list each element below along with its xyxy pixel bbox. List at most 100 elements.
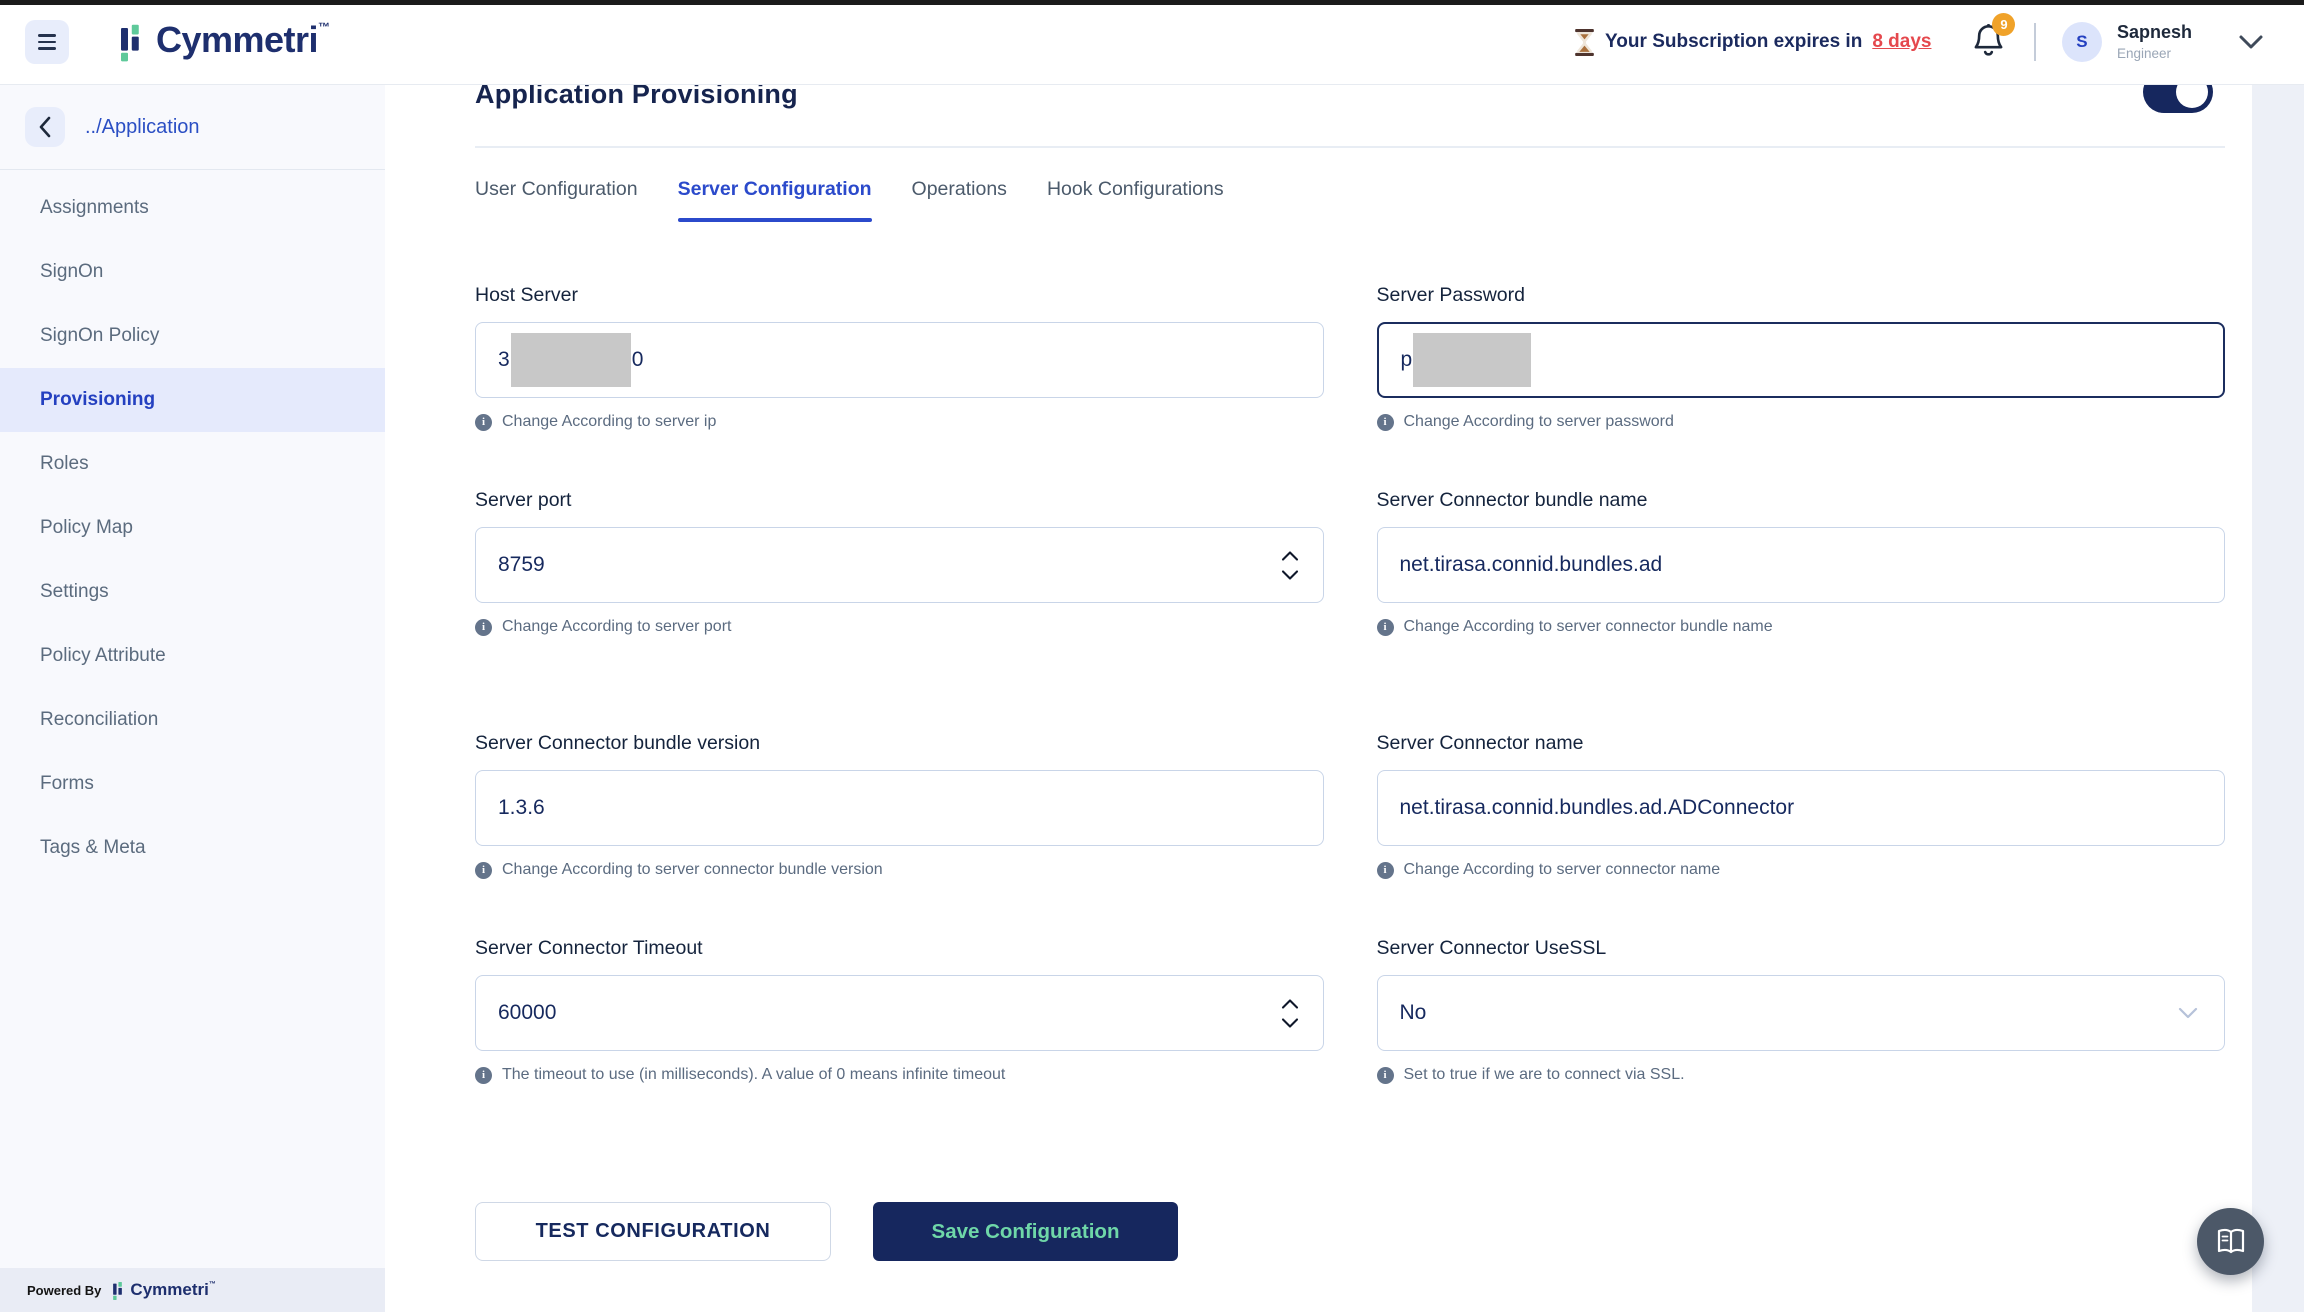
server-port-label: Server port [475,489,572,511]
sidebar-menu: Assignments SignOn SignOn Policy Provisi… [0,176,385,880]
stepper-down-icon [1281,569,1298,580]
footer-logo-mark [113,1281,123,1300]
footer-cymmetri-logo: Cymmetri ™ [113,1279,216,1300]
field-connector-timeout: Server Connector Timeout 60000 i The tim… [475,937,1324,1084]
tab-user-configuration[interactable]: User Configuration [475,178,638,222]
save-configuration-button[interactable]: Save Configuration [873,1202,1178,1261]
server-port-helper: i Change According to server port [475,618,1324,636]
field-server-password: Server Password p i Change According to … [1376,284,2226,431]
info-icon: i [1376,618,1394,636]
subscription-text: Your Subscription expires in [1605,31,1863,52]
connector-bundle-name-label: Server Connector bundle name [1376,489,1648,511]
powered-by-footer: Powered By Cymmetri ™ [0,1268,385,1312]
info-icon: i [475,413,492,431]
connector-usessl-label: Server Connector UseSSL [1376,937,1607,959]
tab-hook-configurations[interactable]: Hook Configurations [1047,178,1224,222]
page-title: Application Provisioning [475,85,798,109]
sidebar-item-settings[interactable]: Settings [0,560,385,624]
field-server-port: Server port 8759 i Change According to s… [475,489,1324,636]
config-tabs: User Configuration Server Configuration … [475,178,2225,222]
documentation-fab-button[interactable] [2197,1208,2264,1275]
number-stepper[interactable] [1281,976,1299,1050]
footer-brand: Cymmetri [130,1279,209,1299]
server-port-input[interactable]: 8759 [475,527,1324,603]
connector-timeout-label: Server Connector Timeout [475,937,703,959]
logo-trademark: ™ [318,20,331,34]
notifications-button[interactable]: 9 [1973,12,2016,62]
browser-top-strip [0,0,2304,5]
sidebar: ../Application Assignments SignOn SignOn… [0,85,385,1312]
connector-timeout-helper: i The timeout to use (in milliseconds). … [475,1066,1324,1084]
subscription-banner: Your Subscription expires in 8 days [1574,28,1931,56]
sidebar-item-signon[interactable]: SignOn [0,240,385,304]
number-stepper[interactable] [1281,528,1299,602]
connector-bundle-version-label: Server Connector bundle version [475,732,761,754]
connector-bundle-version-helper: i Change According to server connector b… [475,861,1324,879]
sidebar-item-reconciliation[interactable]: Reconciliation [0,688,385,752]
host-server-label: Host Server [475,284,578,306]
app-header: Cymmetri ™ Your Subscription expires in … [0,0,2304,85]
field-connector-bundle-name: Server Connector bundle name net.tirasa.… [1376,489,2226,636]
open-book-icon [2217,1228,2244,1253]
active-tab-underline [677,218,872,222]
sidebar-item-roles[interactable]: Roles [0,432,385,496]
user-avatar[interactable]: S [2061,22,2102,62]
hamburger-menu-button[interactable] [25,20,69,64]
header-divider [2034,23,2036,61]
sidebar-item-policy-map[interactable]: Policy Map [0,496,385,560]
sidebar-item-assignments[interactable]: Assignments [0,176,385,240]
sidebar-item-forms[interactable]: Forms [0,752,385,816]
connector-usessl-helper: i Set to true if we are to connect via S… [1376,1066,2226,1084]
redaction-box [510,333,631,387]
host-server-helper: i Change According to server ip [475,413,1324,431]
logo-text: Cymmetri [156,19,319,60]
connector-usessl-select[interactable]: No [1376,975,2225,1051]
sidebar-item-tags-meta[interactable]: Tags & Meta [0,816,385,880]
stepper-up-icon [1281,550,1298,561]
select-chevron-down-icon[interactable] [2178,1007,2198,1019]
connector-timeout-input[interactable]: 60000 [475,975,1324,1051]
cymmetri-logo: Cymmetri ™ [121,19,331,62]
footer-brand-tm: ™ [208,1280,216,1288]
user-info: Sapnesh Engineer [2117,22,2192,62]
sidebar-item-signon-policy[interactable]: SignOn Policy [0,304,385,368]
back-to-application[interactable]: ../Application [0,85,385,147]
field-connector-name: Server Connector name net.tirasa.connid.… [1376,732,2226,879]
connector-name-helper: i Change According to server connector n… [1376,861,2226,879]
connector-name-label: Server Connector name [1376,732,1584,754]
server-password-helper: i Change According to server password [1376,413,2226,431]
stepper-down-icon [1281,1017,1298,1028]
user-role: Engineer [2116,45,2172,61]
host-server-input[interactable]: 3 0 [475,322,1324,398]
field-connector-bundle-version: Server Connector bundle version 1.3.6 i … [475,732,1324,879]
field-connector-usessl: Server Connector UseSSL No i Set to true… [1376,937,2226,1084]
connector-bundle-name-helper: i Change According to server connector b… [1376,618,2226,636]
connector-bundle-name-input[interactable]: net.tirasa.connid.bundles.ad [1376,527,2225,603]
info-icon: i [1376,413,1394,431]
info-icon: i [1376,1066,1394,1084]
main-content: Application Provisioning User Configurat… [385,85,2304,1312]
title-divider [475,146,2225,148]
server-password-input[interactable]: p [1376,322,2225,398]
info-icon: i [475,861,492,879]
sidebar-item-policy-attribute[interactable]: Policy Attribute [0,624,385,688]
info-icon: i [1376,861,1394,879]
tab-operations[interactable]: Operations [912,178,1007,222]
chevron-left-icon[interactable] [25,107,65,147]
info-icon: i [475,618,492,636]
test-configuration-button[interactable]: TEST CONFIGURATION [475,1202,831,1261]
field-host-server: Host Server 3 0 i Change According to se… [475,284,1324,431]
redaction-box [1413,333,1532,387]
server-configuration-form: Host Server 3 0 i Change According to se… [475,284,2225,1084]
sidebar-divider [0,169,385,170]
hourglass-icon [1575,28,1594,56]
sidebar-item-provisioning[interactable]: Provisioning [0,368,385,432]
connector-bundle-version-input[interactable]: 1.3.6 [475,770,1324,846]
cymmetri-logo-mark [121,24,139,62]
server-password-label: Server Password [1376,284,1525,306]
back-label[interactable]: ../Application [85,116,200,139]
subscription-days-link[interactable]: 8 days [1872,31,1931,53]
user-menu-chevron-down-icon[interactable] [2238,33,2264,51]
connector-name-input[interactable]: net.tirasa.connid.bundles.ad.ADConnector [1376,770,2225,846]
tab-server-configuration[interactable]: Server Configuration [677,178,872,222]
